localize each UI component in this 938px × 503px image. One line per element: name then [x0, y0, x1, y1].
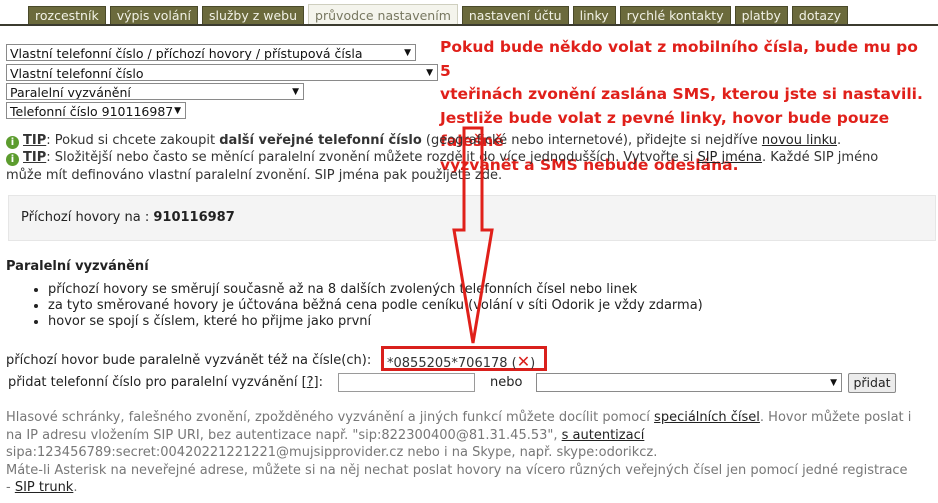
tab-rychle-kontakty[interactable]: rychlé kontakty: [619, 6, 731, 25]
tab-dotazy[interactable]: dotazy: [791, 6, 849, 25]
tip-text: : Pokud si chcete zakoupit: [46, 133, 220, 148]
feature-select-value: Paralelní vyzvánění: [10, 85, 131, 100]
tip-1: i TIP: Pokud si chcete zakoupit další veř…: [6, 132, 841, 150]
incoming-number: 910116987: [153, 210, 235, 225]
tab-linky[interactable]: linky: [572, 6, 616, 25]
annotation-line: Pokud bude někdo volat z mobilního čísla…: [440, 38, 918, 80]
sip-trunk-link[interactable]: SIP trunk: [15, 480, 74, 495]
with-auth-link[interactable]: s autentizací: [562, 428, 645, 443]
chevron-down-icon: ▼: [292, 87, 299, 97]
footer-text-part: . Hovor můžete poslat i: [759, 410, 912, 425]
tip-text: : Složitější nebo často se měnící parale…: [46, 150, 698, 165]
footer-text: Hlasové schránky, falešného zvonění, zpo…: [6, 409, 934, 497]
new-line-link[interactable]: novou linku: [762, 133, 837, 148]
tab-rozcestnik[interactable]: rozcestník: [28, 6, 106, 25]
tab-bar: rozcestník výpis volání služby z webu pr…: [0, 0, 938, 26]
sip-names-link[interactable]: SIP jména: [697, 150, 762, 165]
incoming-label: Příchozí hovory na :: [21, 210, 150, 225]
number-select[interactable]: Telefonní číslo 910116987 ▼: [6, 102, 186, 119]
footer-text-part: .: [73, 480, 78, 495]
tip-text: (geografické nebo internetové), přidejte…: [421, 133, 762, 148]
or-label: nebo: [490, 375, 523, 390]
tab-vypis-volani[interactable]: výpis volání: [109, 6, 198, 25]
add-label: přidat telefonní číslo pro paralelní vyz…: [8, 375, 323, 390]
tip-text: . Každé SIP jméno: [762, 150, 879, 165]
special-numbers-link[interactable]: speciálních čísel: [654, 410, 760, 425]
incoming-calls-box: Příchozí hovory na : 910116987: [8, 195, 936, 241]
category-select-value: Vlastní telefonní číslo / příchozí hovor…: [10, 46, 363, 61]
parallel-label: příchozí hovor bude paralelně vyzvánět t…: [6, 353, 372, 368]
section-title: Paralelní vyzvánění: [6, 259, 149, 274]
tip-tag: TIP: [23, 150, 47, 165]
tab-sluzby-z-webu[interactable]: služby z webu: [201, 6, 305, 25]
tab-pruvodce-nastavenim[interactable]: průvodce nastavením: [308, 4, 458, 26]
parallel-number-value: *0855205*706178 (: [387, 356, 517, 371]
parallel-number-close: ): [530, 356, 536, 371]
add-label-text: ]:: [313, 375, 323, 390]
tab-nastaveni-uctu[interactable]: nastavení účtu: [461, 6, 569, 25]
annotation-line: vteřinách zvonění zaslána SMS, kterou js…: [440, 85, 923, 103]
chevron-down-icon: ▼: [404, 48, 411, 58]
footer-text-part: na IP adresu vložením SIP URI, bez auten…: [6, 427, 562, 443]
tip-bold: další veřejné telefonní číslo: [219, 133, 422, 148]
list-item: za tyto směrované hovory je účtována běž…: [48, 298, 703, 314]
add-button[interactable]: přidat: [848, 373, 896, 393]
tip-2: i TIP: Složitější nebo často se měnící pa…: [6, 149, 931, 185]
tab-baseline: [0, 24, 938, 26]
footer-text-part: Hlasové schránky, falešného zvonění, zpo…: [6, 410, 655, 425]
tabs: rozcestník výpis volání služby z webu pr…: [28, 4, 852, 26]
tip-text: může mít definováno vlastní paralelní zv…: [6, 168, 503, 183]
help-link[interactable]: ?: [307, 375, 314, 390]
category-select[interactable]: Vlastní telefonní číslo / příchozí hovor…: [6, 44, 416, 61]
info-icon: i: [6, 136, 19, 149]
parallel-number: *0855205*706178 (✕): [387, 352, 535, 371]
chevron-down-icon: ▼: [174, 106, 181, 116]
line-select[interactable]: ▼: [536, 373, 842, 392]
info-icon: i: [6, 153, 19, 166]
chevron-down-icon: ▼: [426, 68, 433, 78]
footer-text-part: Máte-li Asterisk na neveřejné adrese, mů…: [6, 462, 908, 478]
add-label-text: přidat telefonní číslo pro paralelní vyz…: [8, 375, 307, 390]
footer-text-part: -: [6, 480, 15, 495]
tab-platby[interactable]: platby: [734, 6, 788, 25]
subcategory-select[interactable]: Vlastní telefonní číslo ▼: [6, 64, 438, 81]
tip-tag: TIP: [23, 133, 47, 148]
feature-bullets: příchozí hovory se směrují současně až n…: [0, 282, 703, 330]
chevron-down-icon: ▼: [830, 378, 837, 388]
list-item: hovor se spojí s číslem, které ho přijme…: [48, 314, 703, 330]
phone-number-input[interactable]: [338, 373, 475, 392]
number-select-value: Telefonní číslo 910116987: [10, 104, 174, 119]
close-icon[interactable]: ✕: [517, 352, 530, 371]
list-item: příchozí hovory se směrují současně až n…: [48, 282, 703, 298]
footer-text-part: sipa:123456789:secret:00420221221221@muj…: [6, 445, 658, 460]
feature-select[interactable]: Paralelní vyzvánění ▼: [6, 83, 304, 100]
tip-text: .: [836, 133, 842, 148]
subcategory-select-value: Vlastní telefonní číslo: [10, 66, 144, 81]
